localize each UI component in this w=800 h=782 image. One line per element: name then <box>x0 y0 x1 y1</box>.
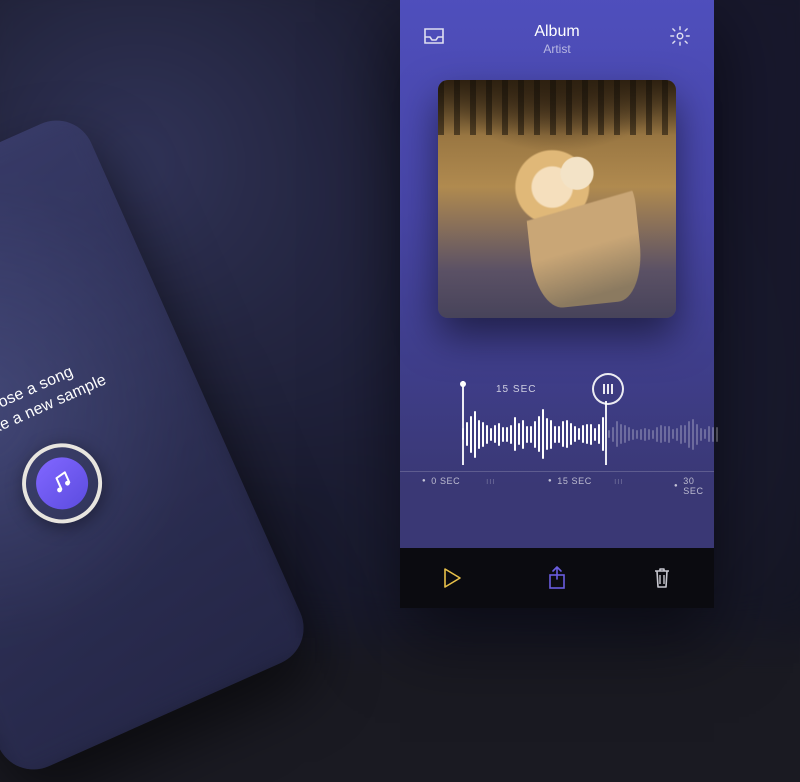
selection-length-label: 15 SEC <box>496 384 536 395</box>
editor-phone: Album Artist 15 SEC 0 SEC ııı 15 SEC ııı… <box>400 0 714 608</box>
waveform-unselected <box>400 404 718 464</box>
share-icon <box>547 565 567 591</box>
time-ruler: 0 SEC ııı 15 SEC ııı 30 SEC <box>400 471 714 494</box>
artist-name: Artist <box>448 42 666 56</box>
music-note-icon <box>28 449 97 518</box>
inbox-icon[interactable] <box>420 22 448 50</box>
waveform-timeline[interactable]: 15 SEC 0 SEC ııı 15 SEC ııı 30 SEC <box>400 384 714 494</box>
ruler-tick: 0 SEC <box>422 476 460 486</box>
ruler-hatch: ııı <box>614 476 623 486</box>
play-icon <box>441 566 463 590</box>
ruler-tick: 15 SEC <box>548 476 592 486</box>
ruler-hatch: ııı <box>486 476 495 486</box>
gear-icon[interactable] <box>666 22 694 50</box>
album-art <box>438 80 676 318</box>
selection-end-handle[interactable] <box>592 373 624 405</box>
delete-button[interactable] <box>642 558 682 598</box>
action-bar <box>400 548 714 608</box>
share-button[interactable] <box>537 558 577 598</box>
ruler-tick: 30 SEC <box>674 476 714 496</box>
choose-song-button[interactable] <box>9 431 115 537</box>
play-button[interactable] <box>432 558 472 598</box>
trash-icon <box>652 566 672 590</box>
album-title: Album <box>448 22 666 41</box>
